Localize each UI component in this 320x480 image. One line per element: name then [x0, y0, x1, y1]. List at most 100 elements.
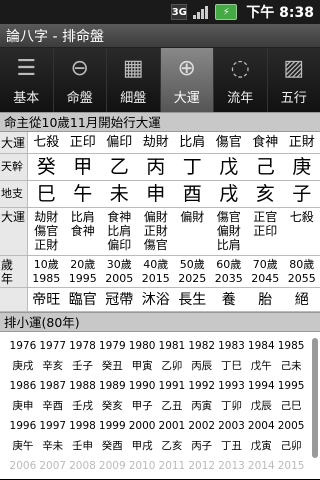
network-3g-icon: 3G — [171, 4, 188, 20]
xiaoyun-item: 壬戌 — [71, 400, 93, 412]
row-label: 天幹 — [0, 154, 28, 180]
table-cell: 50歲 2025 — [178, 258, 207, 285]
circle-icon: ⊖ — [70, 56, 89, 81]
xiaoyun-item: 1989 — [98, 380, 126, 392]
tab-mingpan[interactable]: ⊖ 命盤 — [54, 48, 107, 112]
table-cell: 20歲 1995 — [68, 258, 97, 285]
xiaoyun-item: 1997 — [39, 420, 67, 432]
table-row: 大運 七殺 正印 偏印 劫財 比肩 傷官 食神 正財 — [0, 132, 320, 154]
table-cell: 正印 — [69, 135, 96, 150]
row-label: 大運 — [0, 208, 28, 255]
table-cell: 劫財 傷官 正財 — [34, 210, 59, 252]
table-row: 歲 年 10歲 1985 20歲 1995 30歲 2005 40歲 2015 50歲 … — [0, 256, 320, 288]
table-cell: 40歲 2015 — [141, 258, 170, 285]
xiaoyun-header: 排小運(80年) — [0, 312, 320, 332]
table-cell: 正官 正印 — [253, 210, 278, 238]
tab-label: 大運 — [173, 90, 200, 106]
row-label: 地支 — [0, 181, 28, 207]
xiaoyun-item: 1980 — [128, 340, 156, 352]
table-cell: 60歲 2035 — [214, 258, 243, 285]
table-cell: 偏財 — [180, 210, 205, 224]
xiaoyun-item: 1991 — [158, 380, 186, 392]
table-cell: 己 — [255, 156, 275, 178]
xiaoyun-item: 甲寅 — [131, 360, 153, 372]
xiaoyun-item: 辛酉 — [42, 400, 64, 412]
xiaoyun-item: 2014 — [247, 460, 275, 472]
table-cell: 戊 — [219, 156, 239, 178]
table-cell: 10歲 1985 — [32, 258, 61, 285]
xiaoyun-item: 丁卯 — [220, 400, 242, 412]
xiaoyun-item: 1983 — [218, 340, 245, 352]
xiaoyun-item: 庚申 — [12, 400, 34, 412]
tab-label: 五行 — [280, 90, 307, 106]
xiaoyun-item: 丙子 — [191, 440, 213, 452]
xiaoyun-item: 2004 — [247, 420, 275, 432]
xiaoyun-item: 癸酉 — [101, 440, 123, 452]
table-cell: 甲 — [73, 156, 93, 178]
tab-label: 細盤 — [120, 90, 147, 106]
tab-label: 命盤 — [66, 90, 93, 106]
tab-label: 基本 — [13, 90, 40, 106]
table-cell: 傷官 — [215, 135, 242, 150]
table-cell: 偏財 正財 傷官 — [143, 210, 168, 252]
table-cell: 正財 — [288, 135, 315, 150]
row-cells: 10歲 1985 20歲 1995 30歲 2005 40歲 2015 50歲 2025… — [28, 256, 320, 287]
xiaoyun-item: 戊辰 — [250, 400, 272, 412]
xiaoyun-item: 1984 — [247, 340, 275, 352]
xiaoyun-item: 1976 — [9, 340, 37, 352]
table-row: 地支 巳午未申酉戌亥子 — [0, 181, 320, 208]
tab-wuxing[interactable]: ▨ 五行 — [268, 48, 320, 112]
tab-basic[interactable]: ☰ 基本 — [0, 48, 54, 112]
row-cells: 七殺 正印 偏印 劫財 比肩 傷官 食神 正財 — [28, 132, 320, 153]
table-cell: 傷官 偏財 比肩 — [216, 210, 241, 252]
person-card-icon: ☰ — [16, 56, 37, 81]
xiaoyun-item: 辛未 — [42, 440, 64, 452]
xiaoyun-item: 辛亥 — [42, 360, 64, 372]
xiaoyun-item: 甲子 — [131, 400, 153, 412]
xiaoyun-item: 庚戌 — [12, 360, 34, 372]
table-cell: 偏印 — [106, 135, 133, 150]
xiaoyun-item: 丁巳 — [220, 360, 242, 372]
xiaoyun-item: 1996 — [9, 420, 37, 432]
table-cell: 帝旺 — [32, 292, 61, 308]
tab-liunian[interactable]: ◌ 流年 — [214, 48, 268, 112]
table-cell: 食神 比肩 偏印 — [107, 210, 132, 252]
tab-xipan[interactable]: ▦ 細盤 — [107, 48, 161, 112]
xiaoyun-item: 1978 — [69, 340, 96, 352]
xiaoyun-item: 1977 — [39, 340, 67, 352]
table-cell: 劫財 — [142, 135, 169, 150]
xiaoyun-item: 1990 — [128, 380, 156, 392]
dotted-circle-icon: ◌ — [230, 56, 250, 81]
table-cell: 比肩 — [179, 135, 206, 150]
xiaoyun-item: 2000 — [128, 420, 156, 432]
xiaoyun-item: 壬子 — [71, 360, 93, 372]
xiaoyun-item: 1993 — [218, 380, 245, 392]
xiaoyun-list[interactable]: 1976 1977 1978 1979 1980 1981 1982 1983 1984 1985… — [0, 332, 320, 479]
table-cell: 絕 — [294, 292, 309, 308]
table-cell: 食神 — [252, 135, 279, 150]
status-bar: 3G ⚡ 下午 8:38 — [0, 0, 320, 24]
xiaoyun-item: 1981 — [158, 340, 186, 352]
xiaoyun-item: 乙丑 — [161, 400, 183, 412]
xiaoyun-item: 1992 — [188, 380, 216, 392]
compass-icon: ⊕ — [177, 56, 196, 81]
xiaoyun-item: 2005 — [277, 420, 305, 432]
tab-dayun[interactable]: ⊕ 大運 — [160, 48, 214, 112]
xiaoyun-item: 己巳 — [280, 400, 302, 412]
row-cells: 劫財 傷官 正財 比肩 食神 食神 比肩 偏印 偏財 正財 傷官 偏財 傷官 偏財 比肩正… — [28, 208, 320, 255]
table-cell: 沐浴 — [141, 292, 170, 308]
table-row: 天幹 癸甲乙丙丁戊己庚 — [0, 154, 320, 181]
scrollbar[interactable] — [312, 338, 318, 458]
row-cells: 癸甲乙丙丁戊己庚 — [28, 154, 320, 180]
landscape-icon: ▨ — [283, 56, 305, 81]
xiaoyun-item: 丁丑 — [220, 440, 242, 452]
table-cell: 臨官 — [68, 292, 97, 308]
calendar-icon: ▦ — [122, 56, 144, 81]
xiaoyun-item: 癸丑 — [101, 360, 123, 372]
table-cell: 酉 — [182, 183, 202, 205]
table-cell: 癸 — [36, 156, 56, 178]
xiaoyun-item: 己未 — [280, 360, 302, 372]
xiaoyun-item: 2011 — [158, 460, 186, 472]
tab-bar: ☰ 基本 ⊖ 命盤 ▦ 細盤 ⊕ 大運 ◌ 流年 ▨ 五行 — [0, 48, 320, 112]
table-cell: 七殺 — [289, 210, 314, 224]
